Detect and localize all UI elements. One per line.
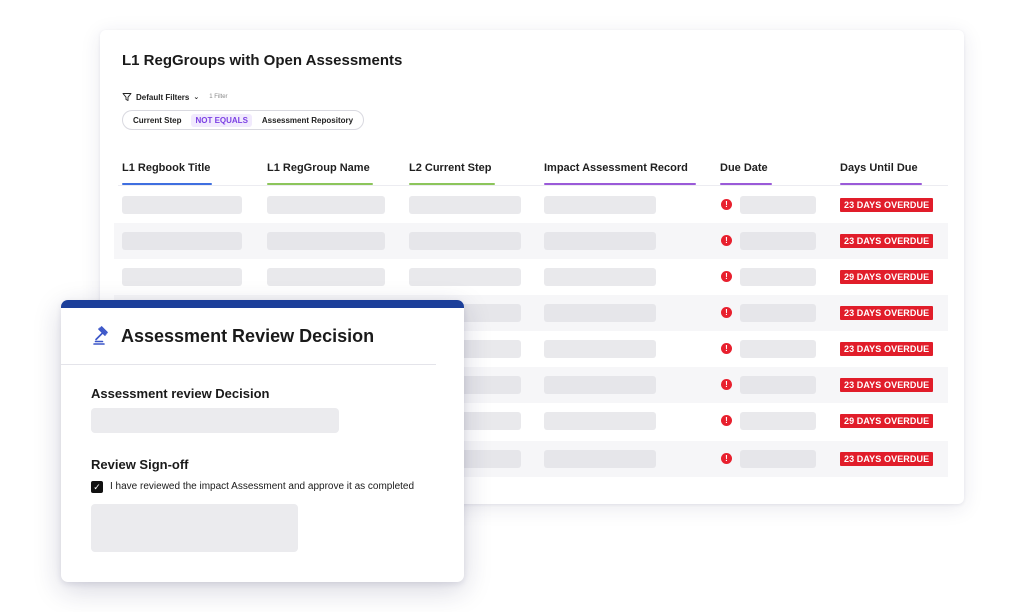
overdue-badge: 23 DAYS OVERDUE: [840, 234, 934, 248]
filter-value: Assessment Repository: [261, 115, 354, 125]
cell-placeholder: [544, 450, 656, 468]
chevron-down-icon: ⌄: [193, 94, 200, 101]
cell-placeholder: [544, 268, 656, 286]
cell-placeholder: [740, 376, 816, 394]
modal-title: Assessment Review Decision: [121, 326, 375, 346]
default-filters-toggle[interactable]: Default Filters ⌄ 1 Filter: [122, 92, 228, 102]
cell-placeholder: [544, 412, 656, 430]
filter-field: Current Step: [133, 115, 182, 125]
alert-circle-icon: !: [721, 199, 732, 210]
cell-placeholder: [122, 268, 242, 286]
cell-placeholder: [544, 304, 656, 322]
cell-placeholder: [544, 232, 656, 250]
cell-placeholder: [267, 268, 385, 286]
cell-placeholder: [544, 196, 656, 214]
alert-circle-icon: !: [721, 271, 732, 282]
filter-count: 1 Filter: [209, 94, 228, 100]
table-row[interactable]: ! 23 DAYS OVERDUE: [114, 223, 948, 259]
cell-placeholder: [409, 232, 521, 250]
signoff-field[interactable]: [91, 504, 298, 552]
column-header-due-date[interactable]: Due Date: [720, 162, 768, 174]
column-header-reggroup-name[interactable]: L1 RegGroup Name: [267, 162, 370, 174]
filter-chip[interactable]: Current Step NOT EQUALS Assessment Repos…: [122, 110, 365, 130]
decision-label: Assessment review Decision: [91, 386, 270, 401]
column-header-days-until-due[interactable]: Days Until Due: [840, 162, 918, 174]
table-title: L1 RegGroups with Open Assessments: [122, 52, 403, 69]
alert-circle-icon: !: [721, 453, 732, 464]
cell-placeholder: [740, 340, 816, 358]
overdue-badge: 23 DAYS OVERDUE: [840, 378, 934, 392]
cell-placeholder: [740, 196, 816, 214]
overdue-badge: 29 DAYS OVERDUE: [840, 414, 934, 428]
cell-placeholder: [409, 196, 521, 214]
cell-placeholder: [544, 376, 656, 394]
header-divider: [118, 185, 948, 186]
cell-placeholder: [544, 340, 656, 358]
overdue-badge: 29 DAYS OVERDUE: [840, 270, 934, 284]
default-filters-label: Default Filters: [136, 92, 190, 102]
modal-divider: [61, 364, 436, 365]
signoff-checkbox[interactable]: ✓: [91, 481, 103, 493]
overdue-badge: 23 DAYS OVERDUE: [840, 306, 934, 320]
gavel-icon: [93, 326, 108, 345]
table-row[interactable]: ! 23 DAYS OVERDUE: [114, 187, 948, 223]
alert-circle-icon: !: [721, 415, 732, 426]
modal-accent-bar: [61, 300, 464, 308]
cell-placeholder: [740, 304, 816, 322]
alert-circle-icon: !: [721, 343, 732, 354]
alert-circle-icon: !: [721, 235, 732, 246]
cell-placeholder: [267, 196, 385, 214]
overdue-badge: 23 DAYS OVERDUE: [840, 198, 934, 212]
cell-placeholder: [267, 232, 385, 250]
cell-placeholder: [409, 268, 521, 286]
column-header-current-step[interactable]: L2 Current Step: [409, 162, 492, 174]
column-header-regbook-title[interactable]: L1 Regbook Title: [122, 162, 210, 174]
filter-icon: [122, 93, 132, 101]
decision-field[interactable]: [91, 408, 339, 433]
cell-placeholder: [740, 232, 816, 250]
signoff-checkbox-label[interactable]: I have reviewed the impact Assessment an…: [110, 481, 414, 492]
cell-placeholder: [122, 232, 242, 250]
cell-placeholder: [740, 268, 816, 286]
alert-circle-icon: !: [721, 307, 732, 318]
assessment-review-modal: Assessment Review Decision Assessment re…: [61, 300, 464, 582]
table-row[interactable]: ! 29 DAYS OVERDUE: [114, 259, 948, 295]
filter-operator: NOT EQUALS: [191, 113, 252, 127]
cell-placeholder: [740, 412, 816, 430]
column-header-impact-assessment[interactable]: Impact Assessment Record: [544, 162, 688, 174]
cell-placeholder: [740, 450, 816, 468]
alert-circle-icon: !: [721, 379, 732, 390]
signoff-label: Review Sign-off: [91, 457, 189, 472]
overdue-badge: 23 DAYS OVERDUE: [840, 342, 934, 356]
cell-placeholder: [122, 196, 242, 214]
overdue-badge: 23 DAYS OVERDUE: [840, 452, 934, 466]
